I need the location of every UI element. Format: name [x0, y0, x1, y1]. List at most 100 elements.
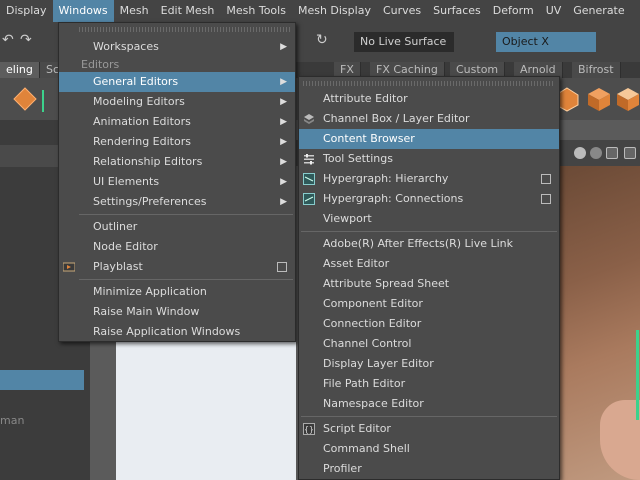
tear-off-handle[interactable] — [79, 27, 291, 32]
menu-item-playblast[interactable]: Playblast — [59, 257, 295, 277]
main-menubar: Display Windows Mesh Edit Mesh Mesh Tool… — [0, 0, 640, 22]
menu-item-label: Adobe(R) After Effects(R) Live Link — [323, 237, 514, 250]
submenu-arrow-icon: ▶ — [280, 42, 287, 52]
menu-separator — [79, 279, 293, 280]
menu-item-label: Command Shell — [323, 442, 410, 455]
menu-item-raise-main-window[interactable]: Raise Main Window — [59, 302, 295, 322]
menu-windows[interactable]: Windows — [52, 0, 114, 22]
menu-item-label: Namespace Editor — [323, 397, 424, 410]
tear-off-handle[interactable] — [303, 81, 555, 86]
menu-item-hypergraph-connections[interactable]: Hypergraph: Connections — [299, 189, 559, 209]
menu-item-viewport[interactable]: Viewport — [299, 209, 559, 229]
menu-item-raise-application-windows[interactable]: Raise Application Windows — [59, 322, 295, 342]
menu-item-label: Outliner — [93, 220, 138, 233]
menu-item-modeling-editors[interactable]: Modeling Editors ▶ — [59, 92, 295, 112]
menu-generate[interactable]: Generate — [567, 0, 630, 22]
submenu-arrow-icon: ▶ — [280, 97, 287, 107]
menu-item-label: Attribute Spread Sheet — [323, 277, 450, 290]
menu-item-settings-preferences[interactable]: Settings/Preferences ▶ — [59, 192, 295, 212]
menu-item-label: Raise Application Windows — [93, 325, 241, 338]
menu-item-label: Viewport — [323, 212, 372, 225]
hypergraph-icon — [303, 193, 315, 205]
redo-icon[interactable]: ↷ — [20, 32, 32, 48]
lighting-icon[interactable] — [590, 147, 602, 159]
menu-mesh-tools[interactable]: Mesh Tools — [220, 0, 292, 22]
menu-item-hypergraph-hierarchy[interactable]: Hypergraph: Hierarchy — [299, 169, 559, 189]
left-panel-selected-row[interactable] — [0, 370, 84, 390]
wireframe-icon[interactable] — [624, 147, 636, 159]
submenu-arrow-icon: ▶ — [280, 137, 287, 147]
menu-item-label: Tool Settings — [323, 152, 393, 165]
menu-item-file-path-editor[interactable]: File Path Editor — [299, 374, 559, 394]
menu-curves[interactable]: Curves — [377, 0, 427, 22]
menu-item-after-effects-live-link[interactable]: Adobe(R) After Effects(R) Live Link — [299, 234, 559, 254]
menu-mesh-display[interactable]: Mesh Display — [292, 0, 377, 22]
menu-item-channel-control[interactable]: Channel Control — [299, 334, 559, 354]
option-box[interactable] — [277, 262, 287, 272]
menu-edit-mesh[interactable]: Edit Mesh — [155, 0, 221, 22]
menu-item-label: Hypergraph: Hierarchy — [323, 172, 449, 185]
submenu-arrow-icon: ▶ — [280, 197, 287, 207]
magnet-icon[interactable]: ↻ — [316, 32, 328, 48]
menu-item-display-layer-editor[interactable]: Display Layer Editor — [299, 354, 559, 374]
menu-item-label: Workspaces — [93, 40, 159, 53]
menu-item-attribute-editor[interactable]: Attribute Editor — [299, 89, 559, 109]
menu-item-node-editor[interactable]: Node Editor — [59, 237, 295, 257]
menu-item-profiler[interactable]: Profiler — [299, 459, 559, 479]
menu-item-workspaces[interactable]: Workspaces ▶ — [59, 37, 295, 57]
object-mode-field[interactable]: Object X — [496, 32, 596, 52]
menu-item-connection-editor[interactable]: Connection Editor — [299, 314, 559, 334]
menu-item-asset-editor[interactable]: Asset Editor — [299, 254, 559, 274]
menu-item-label: Settings/Preferences — [93, 195, 207, 208]
poly-cylinder-icon[interactable] — [616, 86, 640, 112]
option-box[interactable] — [541, 194, 551, 204]
menu-item-ui-elements[interactable]: UI Elements ▶ — [59, 172, 295, 192]
menu-item-script-editor[interactable]: {} Script Editor — [299, 419, 559, 439]
left-panel-label: man — [0, 414, 25, 427]
menu-item-label: Content Browser — [323, 132, 415, 145]
menu-item-content-browser[interactable]: Content Browser — [299, 129, 559, 149]
shelf-tab-bifrost[interactable]: Bifrost — [572, 62, 621, 78]
menu-mesh[interactable]: Mesh — [114, 0, 155, 22]
option-box[interactable] — [541, 174, 551, 184]
undo-icon[interactable]: ↶ — [2, 32, 14, 48]
menu-item-attribute-spread-sheet[interactable]: Attribute Spread Sheet — [299, 274, 559, 294]
menu-item-animation-editors[interactable]: Animation Editors ▶ — [59, 112, 295, 132]
menu-item-relationship-editors[interactable]: Relationship Editors ▶ — [59, 152, 295, 172]
menu-item-namespace-editor[interactable]: Namespace Editor — [299, 394, 559, 414]
selection-highlight — [636, 330, 639, 420]
menu-item-label: Rendering Editors — [93, 135, 191, 148]
menu-item-label: Script Editor — [323, 422, 391, 435]
menu-item-label: UI Elements — [93, 175, 160, 188]
menu-item-outliner[interactable]: Outliner — [59, 217, 295, 237]
submenu-arrow-icon: ▶ — [280, 157, 287, 167]
shelf-tab-modeling[interactable]: eling — [0, 62, 40, 78]
menu-item-tool-settings[interactable]: Tool Settings — [299, 149, 559, 169]
shading-icon[interactable] — [574, 147, 586, 159]
poly-plane-icon[interactable] — [12, 86, 38, 112]
menu-item-label: Asset Editor — [323, 257, 390, 270]
menu-item-label: Minimize Application — [93, 285, 207, 298]
menu-item-general-editors[interactable]: General Editors ▶ — [59, 72, 295, 92]
menu-item-minimize-application[interactable]: Minimize Application — [59, 282, 295, 302]
menu-item-label: Profiler — [323, 462, 362, 475]
menu-separator — [79, 214, 293, 215]
menu-item-label: Channel Box / Layer Editor — [323, 112, 470, 125]
submenu-arrow-icon: ▶ — [280, 117, 287, 127]
menu-item-label: Modeling Editors — [93, 95, 185, 108]
menu-item-command-shell[interactable]: Command Shell — [299, 439, 559, 459]
menu-item-rendering-editors[interactable]: Rendering Editors ▶ — [59, 132, 295, 152]
poly-cube-icon[interactable] — [586, 86, 612, 112]
menu-item-component-editor[interactable]: Component Editor — [299, 294, 559, 314]
menu-display[interactable]: Display — [0, 0, 53, 22]
menu-item-label: Connection Editor — [323, 317, 422, 330]
live-surface-field[interactable]: No Live Surface — [354, 32, 454, 52]
menu-uv[interactable]: UV — [540, 0, 568, 22]
menu-surfaces[interactable]: Surfaces — [427, 0, 487, 22]
menu-item-channel-box-layer-editor[interactable]: Channel Box / Layer Editor — [299, 109, 559, 129]
menu-item-label: Hypergraph: Connections — [323, 192, 464, 205]
menu-deform[interactable]: Deform — [487, 0, 540, 22]
grid-icon[interactable] — [606, 147, 618, 159]
menu-item-label: Channel Control — [323, 337, 412, 350]
script-editor-icon: {} — [303, 423, 315, 435]
